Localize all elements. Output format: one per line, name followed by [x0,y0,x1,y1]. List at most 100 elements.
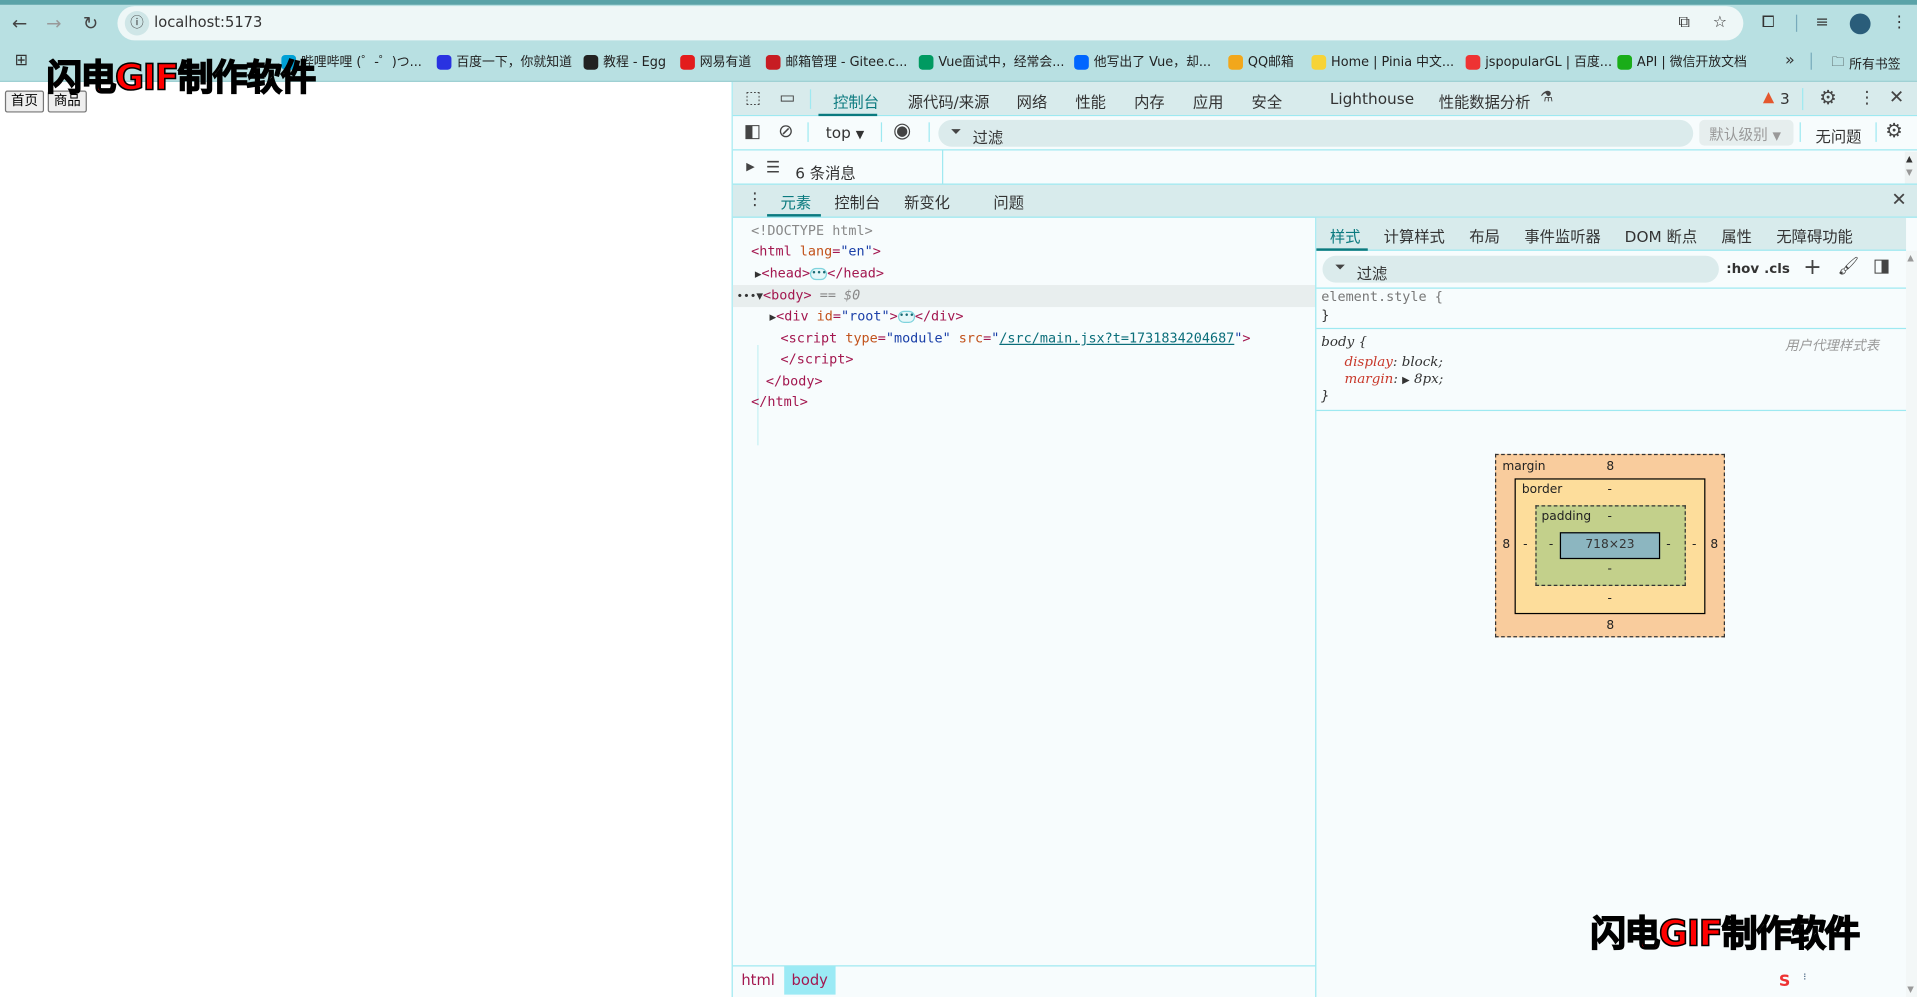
devtools-tab[interactable]: 安全 [1252,89,1283,112]
bookmark-item[interactable]: 邮箱管理 - Gitee.c... [766,53,908,71]
border-top[interactable]: - [1608,483,1612,496]
settings-gear-icon[interactable]: ⚙ [1819,88,1837,108]
devtools-tab[interactable]: 源代码/来源 [908,89,990,112]
padding-left[interactable]: - [1549,538,1553,551]
more-bookmarks-button[interactable]: » [1785,51,1795,69]
display-declaration[interactable]: display: block; [1345,354,1443,370]
hov-button[interactable]: :hov [1726,261,1759,277]
drawer-tab[interactable]: 元素 [781,190,812,213]
html-node[interactable]: <html lang="en"> [751,243,881,259]
media-icon[interactable]: ≡ [1816,13,1829,31]
expand-triangle-icon[interactable]: ▶ [746,163,754,174]
bookmark-item[interactable]: 网易有道 [680,53,751,71]
margin-left[interactable]: 8 [1502,538,1510,551]
apps-icon[interactable]: ⊞ [15,51,28,69]
all-bookmarks-button[interactable]: 🗀所有书签 [1831,53,1900,75]
sidebar-toggle-icon[interactable]: ◧ [744,122,761,140]
element-style-rule[interactable]: element.style { [1321,289,1443,305]
margin-right[interactable]: 8 [1710,538,1718,551]
devtools-tab[interactable]: Lighthouse [1330,89,1414,107]
drawer-menu-icon[interactable]: ⋮ [746,191,763,208]
head-node[interactable]: ▶<head>•••</head> [755,265,884,281]
breadcrumb-html[interactable]: html [741,971,774,988]
devtools-tab[interactable]: 应用 [1193,89,1224,112]
inspect-element-icon[interactable]: ⬚ [745,89,761,106]
reload-icon[interactable]: ↻ [80,12,102,34]
styles-filter-input[interactable]: ⏷ 过滤 [1322,256,1718,283]
collapse-triangle-icon[interactable]: ▼ [756,291,763,303]
bookmark-item[interactable]: 他写出了 Vue，却... [1074,53,1211,71]
expand-triangle-icon[interactable]: ▶ [1402,374,1410,385]
computed-sidebar-toggle-icon[interactable]: ◨ [1873,257,1890,275]
devtools-tab[interactable]: 性能数据分析 [1439,89,1531,112]
paint-brush-icon[interactable]: 🖌 [1838,258,1860,275]
bookmark-star-icon[interactable]: ☆ [1713,13,1727,31]
bookmark-item[interactable]: QQ邮箱 [1228,53,1293,71]
back-icon[interactable]: ← [9,12,31,34]
margin-top[interactable]: 8 [1606,460,1614,473]
script-node[interactable]: <script type="module" src="/src/main.jsx… [781,330,1251,346]
bookmark-item[interactable]: 教程 - Egg [584,53,667,71]
home-button[interactable]: 首页 [5,91,44,113]
live-expression-eye-icon[interactable]: ◉ [893,121,911,142]
styles-tab[interactable]: 样式 [1330,224,1361,247]
devtools-tab[interactable]: 网络 [1017,89,1048,112]
url-text[interactable]: localhost:5173 [154,13,262,30]
messages-count[interactable]: 6 条消息 [795,160,855,183]
clear-console-icon[interactable]: ⊘ [778,122,793,140]
avatar[interactable] [1850,13,1871,34]
div-root-node[interactable]: ▶<div id="root">•••</div> [770,308,964,324]
warning-icon[interactable]: ▲ [1763,89,1774,104]
pane-divider[interactable] [1315,218,1316,997]
styles-tab[interactable]: 计算样式 [1384,224,1445,247]
console-settings-icon[interactable]: ⚙ [1885,121,1903,141]
more-actions-icon[interactable]: ••• [736,291,756,303]
border-bottom[interactable]: - [1608,592,1612,605]
devtools-tab[interactable]: 内存 [1134,89,1165,112]
address-bar[interactable]: ⓘ localhost:5173 [117,6,1743,40]
box-model-border[interactable]: border - - - - padding - - - - 718×23 [1515,478,1706,614]
console-scrollbar[interactable]: ▲▼ [1905,152,1917,184]
warning-count[interactable]: 3 [1780,89,1790,107]
margin-bottom[interactable]: 8 [1606,619,1614,632]
bookmark-item[interactable]: Vue面试中，经常会... [919,53,1065,71]
doctype-node[interactable]: <!DOCTYPE html> [751,223,873,239]
styles-tab[interactable]: DOM 断点 [1625,224,1697,247]
bookmark-item[interactable]: jspopularGL | 百度... [1466,53,1612,71]
styles-tab[interactable]: 事件监听器 [1524,224,1600,247]
close-devtools-icon[interactable]: ✕ [1889,88,1904,106]
html-close-node[interactable]: </html> [751,394,808,410]
close-drawer-icon[interactable]: ✕ [1891,191,1906,209]
translate-icon[interactable]: ⧉ [1679,13,1690,31]
styles-tab[interactable]: 属性 [1721,224,1752,247]
box-model-padding[interactable]: padding - - - - 718×23 [1535,505,1685,586]
body-selector[interactable]: body { [1321,334,1367,350]
margin-declaration[interactable]: margin: ▶ 8px; [1345,371,1444,387]
devtools-tab[interactable]: 控制台 [833,89,879,112]
cls-button[interactable]: .cls [1764,261,1790,277]
context-selector[interactable]: top ▼ [826,124,864,142]
drawer-tab[interactable]: 新变化 [904,190,950,213]
styles-scrollbar[interactable]: ▲▼ [1906,251,1917,997]
drawer-tab[interactable]: 问题 [993,190,1024,213]
body-close-node[interactable]: </body> [766,373,823,389]
breadcrumb-body[interactable]: body [784,966,835,994]
console-filter-input[interactable]: ⏷ 过滤 [938,120,1693,147]
bookmark-item[interactable]: Home | Pinia 中文... [1311,53,1454,71]
ellipsis-icon[interactable]: ••• [810,268,827,280]
bookmark-item[interactable]: 百度一下，你就知道 [437,53,572,71]
styles-tab[interactable]: 布局 [1469,224,1500,247]
padding-bottom[interactable]: - [1608,563,1612,576]
script-close-node[interactable]: </script> [781,351,854,367]
more-options-icon[interactable]: ⋮ [1858,89,1875,106]
new-style-rule-icon[interactable]: + [1803,257,1821,279]
bookmark-item[interactable]: API | 微信开放文档 [1617,53,1746,71]
drawer-tab[interactable]: 控制台 [834,190,880,213]
border-left[interactable]: - [1523,538,1527,551]
styles-tab[interactable]: 无障碍功能 [1776,224,1852,247]
ime-status-icon[interactable]: ⁝ [1803,973,1806,983]
issues-button[interactable]: 无问题 [1816,124,1862,147]
box-model-content[interactable]: 718×23 [1560,532,1660,559]
log-level-dropdown[interactable]: 默认级别 ▼ [1699,120,1793,146]
padding-right[interactable]: - [1666,538,1670,551]
